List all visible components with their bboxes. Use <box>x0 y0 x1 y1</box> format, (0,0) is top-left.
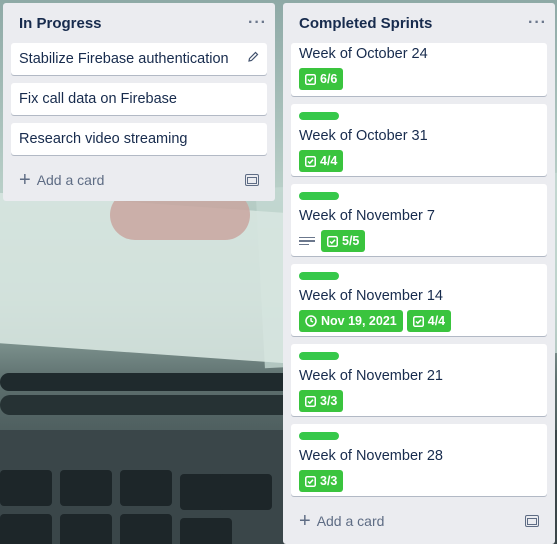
green-label[interactable] <box>299 272 339 280</box>
checkbox-icon <box>305 73 316 85</box>
add-card-label: Add a card <box>36 172 105 188</box>
card-title: Week of November 7 <box>299 208 435 224</box>
card-title: Week of November 21 <box>299 368 443 384</box>
card[interactable]: Week of November 14 Nov 19, 2021 4/4 <box>291 264 547 336</box>
card-title: Research video streaming <box>19 131 188 147</box>
card-title: Week of November 14 <box>299 288 443 304</box>
card-template-icon[interactable] <box>245 174 259 186</box>
list-menu-button[interactable]: ··· <box>248 14 267 32</box>
card[interactable]: Week of October 24 6/6 <box>291 43 547 96</box>
list-menu-button[interactable]: ··· <box>528 14 547 32</box>
checklist-badge: 5/5 <box>321 230 366 252</box>
card-title: Stabilize Firebase authentication <box>19 51 229 67</box>
card-title: Fix call data on Firebase <box>19 91 177 107</box>
card-template-icon[interactable] <box>525 515 539 527</box>
checkbox-icon <box>305 395 316 407</box>
card[interactable]: Stabilize Firebase authentication <box>11 43 267 75</box>
green-label[interactable] <box>299 352 339 360</box>
pencil-icon[interactable] <box>247 51 259 66</box>
add-card-button[interactable]: + Add a card <box>11 164 267 196</box>
checkbox-icon <box>305 475 316 487</box>
checklist-badge: 6/6 <box>299 68 344 90</box>
description-icon <box>299 235 315 248</box>
plus-icon: + <box>19 169 31 191</box>
checklist-badge: 3/3 <box>299 470 344 492</box>
list-header: In Progress ··· <box>3 3 275 43</box>
card[interactable]: Fix call data on Firebase <box>11 83 267 115</box>
list-in-progress: In Progress ··· Stabilize Firebase authe… <box>3 3 275 201</box>
list-title[interactable]: In Progress <box>19 15 102 32</box>
checkbox-icon <box>412 315 424 327</box>
card[interactable]: Research video streaming <box>11 123 267 155</box>
list-title[interactable]: Completed Sprints <box>299 15 432 32</box>
card[interactable]: Week of November 7 5/5 <box>291 184 547 256</box>
clock-icon <box>305 315 317 327</box>
card-title: Week of October 31 <box>299 128 428 144</box>
green-label[interactable] <box>299 112 339 120</box>
add-card-label: Add a card <box>316 513 385 529</box>
card-title: Week of November 28 <box>299 448 443 464</box>
due-date-badge[interactable]: Nov 19, 2021 <box>299 310 403 332</box>
checklist-badge: 4/4 <box>299 150 344 172</box>
card-title: Week of October 24 <box>299 46 428 62</box>
card[interactable]: Week of November 21 3/3 <box>291 344 547 416</box>
checklist-badge: 4/4 <box>406 310 452 332</box>
checkbox-icon <box>327 235 338 247</box>
card[interactable]: Week of October 31 4/4 <box>291 104 547 176</box>
card[interactable]: Week of November 28 3/3 <box>291 424 547 496</box>
checklist-badge: 3/3 <box>299 390 344 412</box>
list-completed-sprints: Completed Sprints ··· Week of October 24… <box>283 3 555 544</box>
green-label[interactable] <box>299 432 339 440</box>
plus-icon: + <box>299 510 311 532</box>
list-header: Completed Sprints ··· <box>283 3 555 43</box>
checkbox-icon <box>305 155 316 167</box>
add-card-button[interactable]: + Add a card <box>291 505 547 537</box>
green-label[interactable] <box>299 192 339 200</box>
